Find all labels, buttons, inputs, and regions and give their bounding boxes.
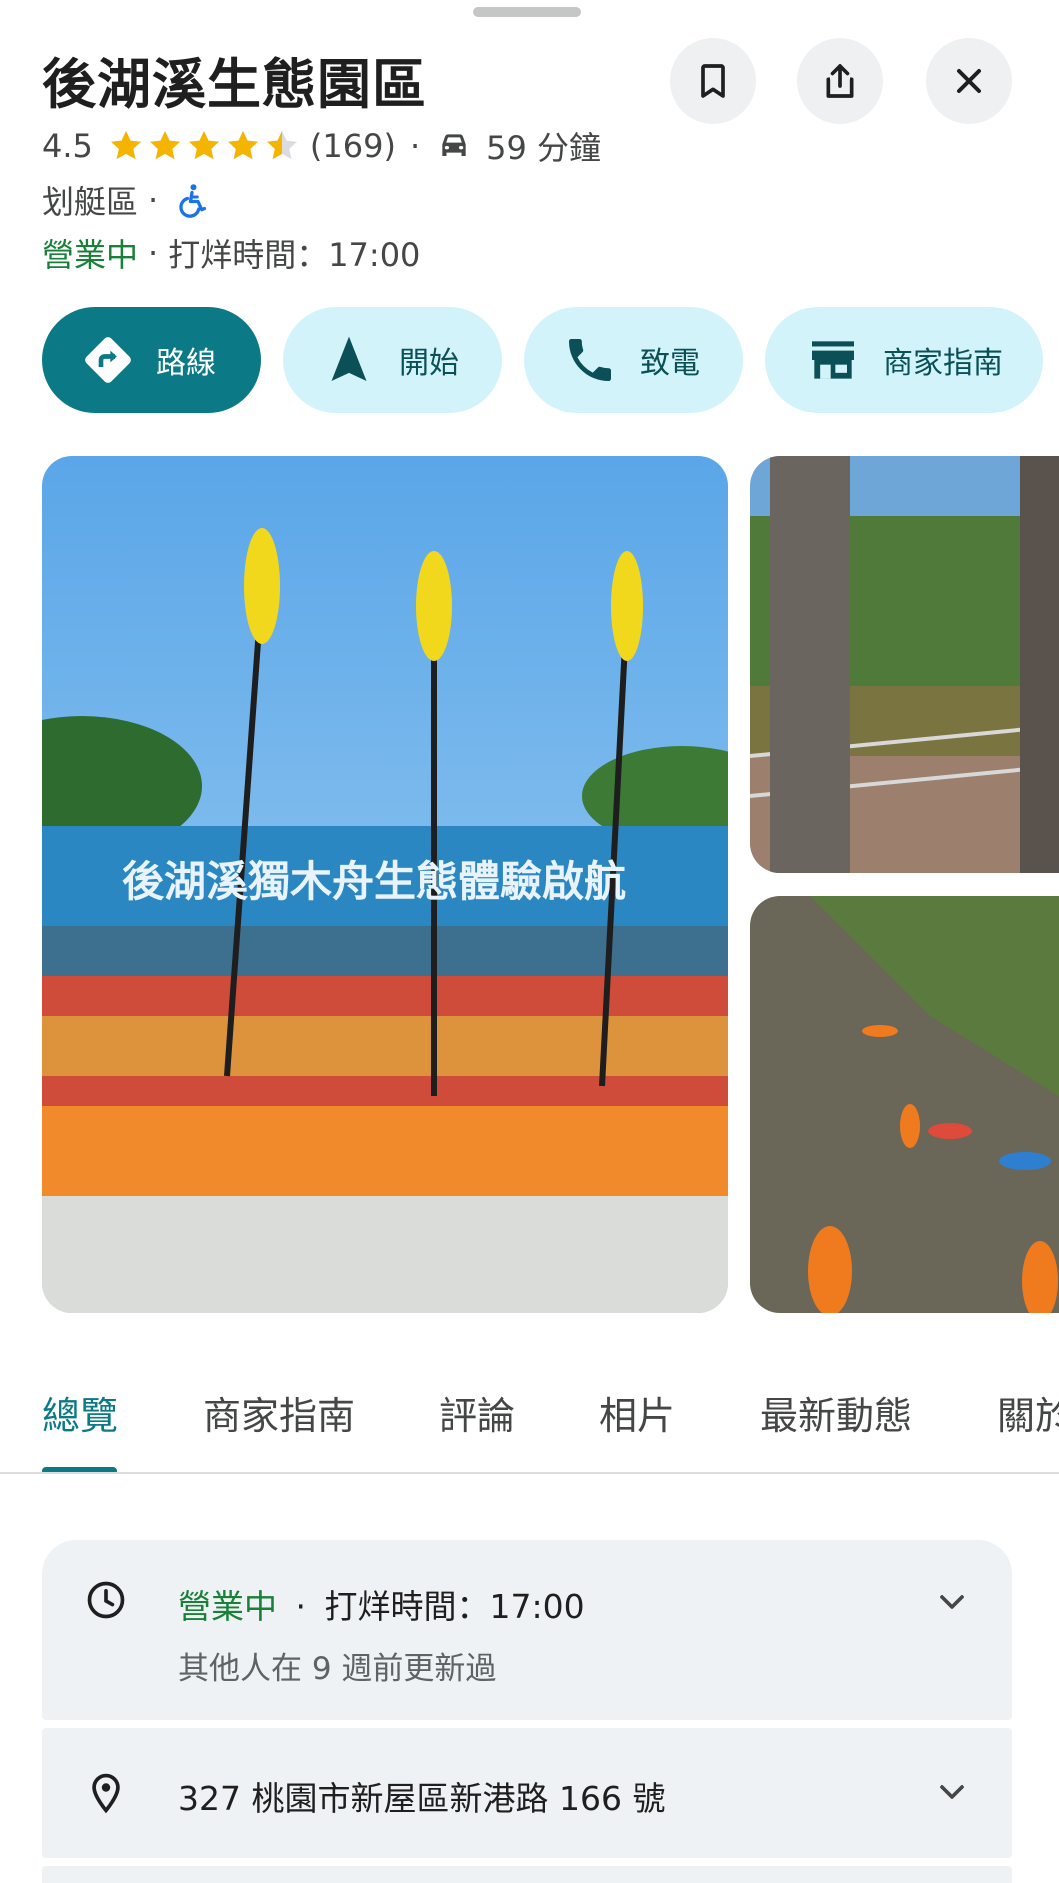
tabs-divider	[0, 1472, 1059, 1474]
separator-dot: ·	[295, 1587, 307, 1626]
phone-icon	[560, 330, 620, 390]
directions-icon	[78, 330, 138, 390]
main-photo-kayaking-group[interactable]: 後湖溪獨木舟生態體驗啟航	[42, 456, 728, 1313]
call-button[interactable]: 致電	[524, 307, 743, 413]
share-icon	[826, 64, 854, 98]
address-card[interactable]: 327 桃園市新屋區新港路 166 號	[42, 1728, 1012, 1858]
hours-updated-note: 其他人在 9 週前更新過	[178, 1651, 497, 1687]
star-icon	[111, 130, 141, 160]
tab-business-guide[interactable]: 商家指南	[203, 1385, 355, 1440]
hours-open-status: 營業中	[178, 1587, 277, 1626]
star-icon	[189, 130, 219, 160]
hours-closing-time: 打烊時間：17:00	[324, 1587, 585, 1626]
star-icon	[267, 130, 297, 160]
wheelchair-accessible-icon	[179, 184, 207, 218]
address-text: 327 桃園市新屋區新港路 166 號	[178, 1779, 666, 1818]
tab-overview[interactable]: 總覽	[42, 1385, 118, 1440]
car-icon	[442, 134, 466, 156]
review-count: (169)	[309, 127, 396, 165]
separator-dot: ·	[409, 127, 421, 165]
chevron-down-icon[interactable]	[932, 1582, 972, 1622]
location-pin-icon	[84, 1771, 128, 1815]
hours-card[interactable]: 營業中 · 打烊時間：17:00 其他人在 9 週前更新過	[42, 1540, 1012, 1720]
start-button[interactable]: 開始	[283, 307, 502, 413]
place-sheet: 後湖溪生態園區 4.5 (169) · 59 分鐘 划艇區 · 營業中 · 打烊…	[0, 0, 1059, 1883]
category-row: 划艇區 ·	[42, 178, 210, 222]
directions-label: 路線	[156, 346, 216, 381]
share-button[interactable]	[797, 38, 883, 124]
star-rating	[107, 127, 302, 165]
tab-updates[interactable]: 最新動態	[760, 1385, 912, 1440]
storefront-icon	[803, 330, 863, 390]
tab-reviews[interactable]: 評論	[439, 1385, 515, 1440]
rating-value: 4.5	[42, 127, 93, 165]
bookmark-icon	[701, 64, 725, 98]
side-photo-lakeside-path[interactable]	[750, 456, 1059, 873]
place-category: 划艇區	[42, 183, 139, 221]
tab-photos[interactable]: 相片	[599, 1385, 675, 1440]
directions-button[interactable]: 路線	[42, 307, 261, 413]
business-guide-button[interactable]: 商家指南	[765, 307, 1043, 413]
banner-text: 後湖溪獨木舟生態體驗啟航	[122, 857, 626, 906]
chevron-down-icon[interactable]	[932, 1772, 972, 1812]
navigation-arrow-icon	[319, 330, 379, 390]
call-label: 致電	[640, 346, 700, 381]
clock-icon	[84, 1578, 128, 1622]
start-label: 開始	[399, 346, 459, 381]
open-status: 營業中	[42, 236, 139, 274]
drive-time: 59 分鐘	[486, 129, 602, 167]
star-icon	[228, 130, 258, 160]
next-card-peek	[42, 1866, 1012, 1883]
star-icon	[150, 130, 180, 160]
separator-dot: ·	[148, 181, 159, 219]
separator-dot: ·	[148, 234, 159, 272]
drag-handle[interactable]	[473, 7, 581, 17]
hours-status: 營業中 · 打烊時間：17:00	[178, 1580, 585, 1628]
place-title: 後湖溪生態園區	[42, 53, 427, 116]
tab-about[interactable]: 關於	[997, 1385, 1059, 1440]
rating-row[interactable]: 4.5 (169) · 59 分鐘	[42, 124, 601, 168]
side-photo-river-kayaks[interactable]	[750, 896, 1059, 1313]
hours-status-row[interactable]: 營業中 · 打烊時間：17:00	[42, 231, 420, 275]
tab-bar: 總覽 商家指南 評論 相片 最新動態 關於	[0, 1375, 1059, 1475]
save-button[interactable]	[670, 38, 756, 124]
close-button[interactable]	[926, 38, 1012, 124]
business-guide-label: 商家指南	[883, 346, 1003, 381]
closing-time: 打烊時間：17:00	[168, 236, 421, 274]
close-icon	[957, 69, 981, 93]
